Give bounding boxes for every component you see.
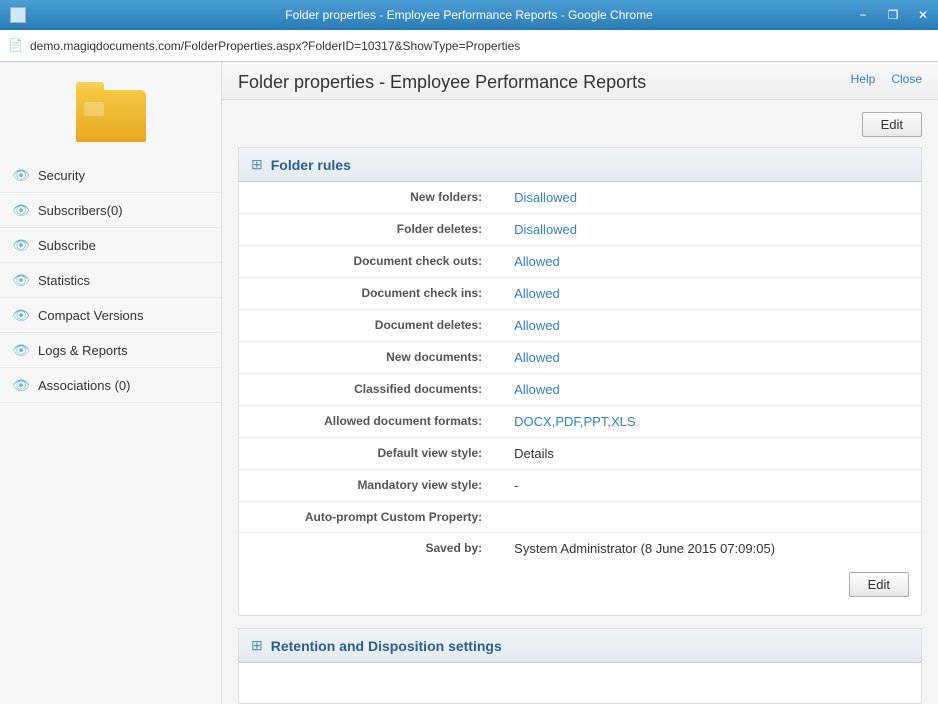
prop-value[interactable]: Allowed	[498, 374, 921, 406]
eye-icon: 👁	[12, 271, 30, 289]
grid-icon-2: ⊞	[251, 637, 263, 654]
table-row: Mandatory view style:-	[239, 470, 921, 502]
prop-value[interactable]: Allowed	[498, 246, 921, 278]
sidebar-item-logs-reports[interactable]: 👁 Logs & Reports	[0, 333, 221, 368]
sidebar-item-security[interactable]: 👁 Security	[0, 158, 221, 193]
table-row: Auto-prompt Custom Property:	[239, 502, 921, 533]
prop-label: Default view style:	[239, 438, 498, 470]
prop-value[interactable]: Allowed	[498, 310, 921, 342]
folder-icon	[76, 82, 146, 142]
restore-button[interactable]: ❐	[878, 0, 908, 30]
prop-value[interactable]: Disallowed	[498, 214, 921, 246]
content-scroll[interactable]: Edit ⊞ Folder rules New folders:Disallow…	[222, 100, 938, 704]
folder-rules-title: Folder rules	[271, 157, 351, 173]
table-row: Document check ins:Allowed	[239, 278, 921, 310]
folder-rules-table: New folders:DisallowedFolder deletes:Dis…	[239, 182, 921, 564]
grid-icon: ⊞	[251, 156, 263, 173]
prop-value: -	[498, 470, 921, 502]
prop-value[interactable]: Disallowed	[498, 182, 921, 214]
prop-label: New folders:	[239, 182, 498, 214]
eye-icon: 👁	[12, 306, 30, 324]
prop-label: Document check outs:	[239, 246, 498, 278]
url-text: demo.magiqdocuments.com/FolderProperties…	[30, 39, 520, 53]
close-link[interactable]: Close	[891, 72, 922, 86]
sidebar-label-compact-versions: Compact Versions	[38, 308, 144, 323]
retention-header: ⊞ Retention and Disposition settings	[239, 629, 921, 663]
prop-value[interactable]: DOCX,PDF,PPT,XLS	[498, 406, 921, 438]
nav-items: 👁 Security 👁 Subscribers(0) 👁 Subscribe …	[0, 158, 221, 403]
prop-label: Document check ins:	[239, 278, 498, 310]
top-edit-btn-row: Edit	[238, 112, 922, 137]
prop-value[interactable]: Allowed	[498, 278, 921, 310]
eye-icon: 👁	[12, 166, 30, 184]
bottom-edit-btn-row: Edit	[239, 564, 921, 605]
sidebar: 👁 Security 👁 Subscribers(0) 👁 Subscribe …	[0, 62, 222, 704]
sidebar-item-subscribers[interactable]: 👁 Subscribers(0)	[0, 193, 221, 228]
eye-icon: 👁	[12, 341, 30, 359]
prop-label: Document deletes:	[239, 310, 498, 342]
prop-label: Saved by:	[239, 533, 498, 565]
sidebar-item-compact-versions[interactable]: 👁 Compact Versions	[0, 298, 221, 333]
table-row: Classified documents:Allowed	[239, 374, 921, 406]
prop-value[interactable]: Allowed	[498, 342, 921, 374]
retention-section: ⊞ Retention and Disposition settings	[238, 628, 922, 704]
sidebar-item-subscribe[interactable]: 👁 Subscribe	[0, 228, 221, 263]
content-area: Folder properties - Employee Performance…	[222, 62, 938, 704]
prop-label: Allowed document formats:	[239, 406, 498, 438]
folder-rules-header: ⊞ Folder rules	[239, 148, 921, 182]
table-row: New documents:Allowed	[239, 342, 921, 374]
retention-title: Retention and Disposition settings	[271, 638, 502, 654]
prop-label: Classified documents:	[239, 374, 498, 406]
folder-rules-section: ⊞ Folder rules New folders:DisallowedFol…	[238, 147, 922, 616]
page-title: Folder properties - Employee Performance…	[238, 72, 646, 93]
window-title: Folder properties - Employee Performance…	[285, 8, 653, 22]
sidebar-item-associations[interactable]: 👁 Associations (0)	[0, 368, 221, 403]
table-row: Allowed document formats:DOCX,PDF,PPT,XL…	[239, 406, 921, 438]
sidebar-label-subscribers: Subscribers(0)	[38, 203, 123, 218]
close-window-button[interactable]: ✕	[908, 0, 938, 30]
content-header: Folder properties - Employee Performance…	[222, 62, 938, 100]
prop-label: Folder deletes:	[239, 214, 498, 246]
main-layout: 👁 Security 👁 Subscribers(0) 👁 Subscribe …	[0, 62, 938, 704]
sidebar-item-statistics[interactable]: 👁 Statistics	[0, 263, 221, 298]
minimize-button[interactable]: −	[848, 0, 878, 30]
prop-label: Auto-prompt Custom Property:	[239, 502, 498, 533]
sidebar-label-security: Security	[38, 168, 85, 183]
eye-icon: 👁	[12, 376, 30, 394]
table-row: Document check outs:Allowed	[239, 246, 921, 278]
sidebar-label-subscribe: Subscribe	[38, 238, 96, 253]
prop-label: New documents:	[239, 342, 498, 374]
sidebar-label-statistics: Statistics	[38, 273, 90, 288]
top-edit-button[interactable]: Edit	[862, 112, 922, 137]
prop-value	[498, 502, 921, 533]
page-icon: 📄	[8, 38, 24, 54]
help-link[interactable]: Help	[851, 72, 876, 86]
prop-label: Mandatory view style:	[239, 470, 498, 502]
prop-value: Details	[498, 438, 921, 470]
title-bar: Folder properties - Employee Performance…	[0, 0, 938, 30]
prop-value: System Administrator (8 June 2015 07:09:…	[498, 533, 921, 565]
table-row: Document deletes:Allowed	[239, 310, 921, 342]
bottom-edit-button[interactable]: Edit	[849, 572, 909, 597]
eye-icon: 👁	[12, 236, 30, 254]
header-links: Help Close	[851, 72, 922, 86]
table-row: Folder deletes:Disallowed	[239, 214, 921, 246]
window-controls: − ❐ ✕	[848, 0, 938, 30]
eye-icon: 👁	[12, 201, 30, 219]
address-bar: 📄 demo.magiqdocuments.com/FolderProperti…	[0, 30, 938, 62]
app-icon	[10, 7, 26, 23]
table-row: Saved by:System Administrator (8 June 20…	[239, 533, 921, 565]
sidebar-label-associations: Associations (0)	[38, 378, 130, 393]
table-row: New folders:Disallowed	[239, 182, 921, 214]
sidebar-label-logs-reports: Logs & Reports	[38, 343, 128, 358]
table-row: Default view style:Details	[239, 438, 921, 470]
